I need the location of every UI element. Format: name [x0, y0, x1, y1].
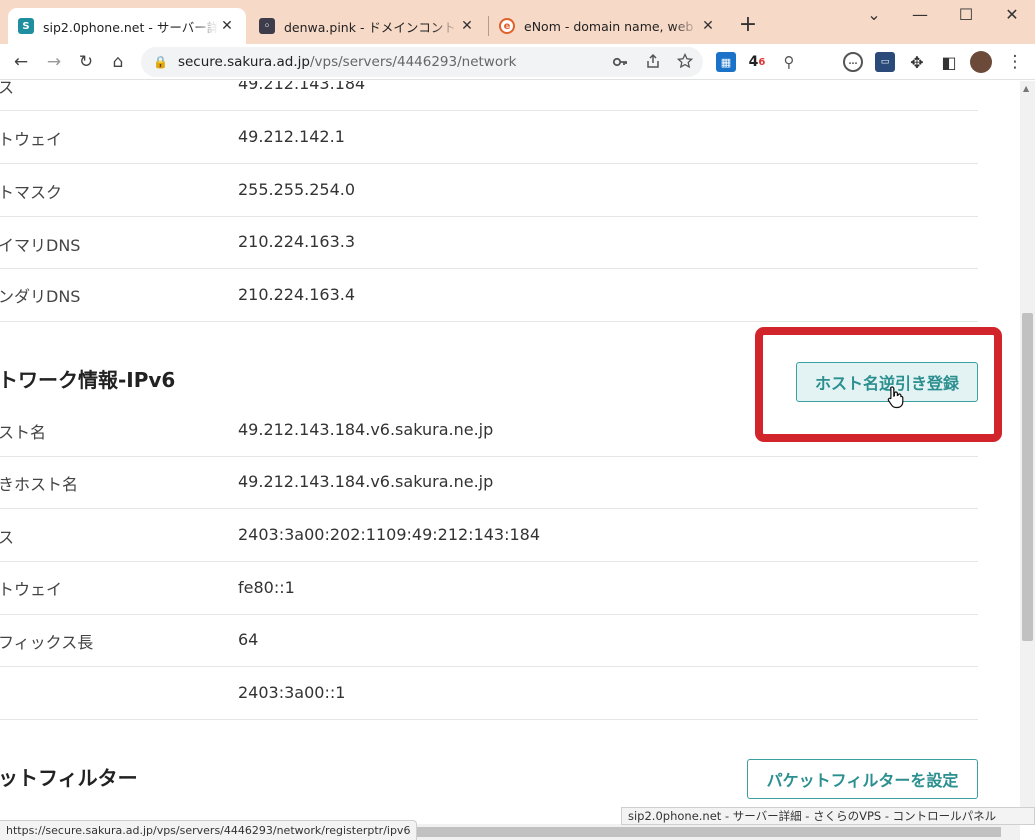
- home-icon[interactable]: ⌂: [106, 50, 130, 74]
- extensions-puzzle-icon[interactable]: ✥: [907, 52, 927, 72]
- browser-menu-icon[interactable]: ⋮: [1003, 50, 1027, 74]
- row-value: 64: [238, 630, 259, 649]
- back-icon[interactable]: ←: [9, 50, 33, 74]
- table-row: イマリDNS 210.224.163.3: [0, 217, 978, 269]
- tab-title: sip2.0phone.net - サーバー詳細 - さくら: [43, 19, 218, 35]
- share-icon[interactable]: [645, 53, 661, 69]
- row-label: きホスト名: [0, 475, 79, 494]
- row-label: トウェイ: [0, 130, 63, 149]
- row-value: 49.212.143.184: [238, 81, 366, 93]
- row-value: 210.224.163.4: [238, 285, 356, 304]
- enom-icon: e: [499, 18, 515, 34]
- scrollbar-thumb[interactable]: [1022, 313, 1033, 641]
- reload-icon[interactable]: ↻: [74, 50, 98, 74]
- horizontal-scrollbar[interactable]: [396, 824, 1020, 840]
- location-pin-icon[interactable]: ⚲: [779, 52, 799, 72]
- packet-filter-settings-button[interactable]: パケットフィルターを設定: [747, 759, 978, 799]
- extension-window-icon[interactable]: ▦: [716, 52, 736, 72]
- row-value: fe80::1: [238, 578, 295, 597]
- hovered-link-url: https://secure.sakura.ad.jp/vps/servers/…: [6, 824, 411, 837]
- table-row: ンダリDNS 210.224.163.4: [0, 269, 978, 322]
- lock-icon[interactable]: 🔒: [153, 55, 168, 69]
- table-row: スト名 49.212.143.184.v6.sakura.ne.jp: [0, 404, 978, 457]
- extension-46-icon[interactable]: 46: [747, 52, 767, 72]
- line-extension-icon[interactable]: …: [843, 52, 863, 72]
- page-title-tooltip: sip2.0phone.net - サーバー詳細 - さくらのVPS - コント…: [621, 807, 1035, 825]
- tab-title: denwa.pink - ドメインコントロールパネル: [284, 19, 458, 35]
- row-label: イマリDNS: [0, 236, 81, 255]
- close-tab-icon[interactable]: ✕: [458, 18, 476, 34]
- extension-badge: 4: [748, 54, 759, 70]
- table-row: トウェイ fe80::1: [0, 562, 978, 615]
- row-value: 255.255.254.0: [238, 180, 356, 199]
- row-label: ス: [0, 528, 15, 547]
- section-title-ipv6: トワーク情報-IPv6: [0, 368, 176, 392]
- table-row: ス 2403:3a00:202:1109:49:212:143:184: [0, 509, 978, 562]
- profile-avatar[interactable]: [970, 51, 992, 73]
- forward-icon[interactable]: →: [42, 50, 66, 74]
- table-row: きホスト名 49.212.143.184.v6.sakura.ne.jp: [0, 457, 978, 509]
- horizontal-scrollbar-thumb[interactable]: [396, 827, 1001, 837]
- row-value: 2403:3a00::1: [238, 683, 346, 702]
- tab-denwa-pink[interactable]: ◦ denwa.pink - ドメインコントロールパネル ✕: [249, 8, 486, 44]
- section-title-packet-filter: ットフィルター: [0, 766, 138, 790]
- row-label: トマスク: [0, 183, 63, 202]
- row-label: ンダリDNS: [0, 287, 81, 306]
- browser-toolbar: ← → ↻ ⌂ 🔒 secure.sakura.ad.jp /vps/serve…: [0, 44, 1035, 80]
- vertical-scrollbar[interactable]: ▲ ▼: [1020, 81, 1035, 824]
- tooltip-text: sip2.0phone.net - サーバー詳細 - さくらのVPS - コント…: [628, 809, 997, 823]
- key-icon[interactable]: [612, 54, 628, 70]
- table-row: トマスク 255.255.254.0: [0, 164, 978, 217]
- close-tab-icon[interactable]: ✕: [699, 18, 717, 34]
- sakura-vps-icon: S: [18, 18, 34, 34]
- row-label: フィックス長: [0, 633, 94, 652]
- network-info-page: ス 49.212.143.184 トウェイ 49.212.142.1 トマスク …: [0, 81, 1020, 840]
- row-value: 49.212.143.184.v6.sakura.ne.jp: [238, 420, 494, 439]
- denwa-pink-icon: ◦: [259, 18, 275, 34]
- address-host: secure.sakura.ad.jp: [177, 54, 310, 70]
- row-value: 49.212.143.184.v6.sakura.ne.jp: [238, 472, 494, 491]
- close-window-icon[interactable]: ✕: [997, 4, 1027, 26]
- minimize-icon[interactable]: —: [905, 4, 935, 26]
- table-row: トウェイ 49.212.142.1: [0, 111, 978, 164]
- new-tab-button[interactable]: +: [737, 14, 759, 36]
- link-status-bubble: https://secure.sakura.ad.jp/vps/servers/…: [0, 820, 418, 840]
- scroll-up-icon[interactable]: ▲: [1023, 84, 1029, 93]
- screenshot-extension-icon[interactable]: ▭: [875, 52, 895, 72]
- side-panel-icon[interactable]: ◧: [939, 52, 959, 72]
- tab-strip: S sip2.0phone.net - サーバー詳細 - さくら ✕ ◦ den…: [0, 0, 1035, 44]
- bookmark-star-icon[interactable]: [677, 53, 693, 69]
- close-tab-icon[interactable]: ✕: [218, 18, 236, 34]
- tab-search-icon[interactable]: ⌄: [859, 4, 889, 26]
- tab-title: eNom - domain name, web site hosting: [524, 18, 699, 34]
- table-row: 2403:3a00::1: [0, 667, 978, 720]
- row-value: 2403:3a00:202:1109:49:212:143:184: [238, 525, 541, 544]
- tab-enom[interactable]: e eNom - domain name, web site hosting ✕: [489, 8, 727, 44]
- table-row: フィックス長 64: [0, 615, 978, 667]
- row-value: 210.224.163.3: [238, 232, 356, 251]
- row-label: ス: [0, 81, 15, 97]
- address-path: /vps/servers/4446293/network: [309, 54, 517, 70]
- row-value: 49.212.142.1: [238, 127, 345, 146]
- table-row: ス 49.212.143.184: [0, 81, 978, 111]
- row-label: スト名: [0, 423, 47, 442]
- maximize-icon[interactable]: ☐: [951, 4, 981, 26]
- row-label: トウェイ: [0, 580, 63, 599]
- tab-sakura-vps[interactable]: S sip2.0phone.net - サーバー詳細 - さくら ✕: [8, 8, 246, 44]
